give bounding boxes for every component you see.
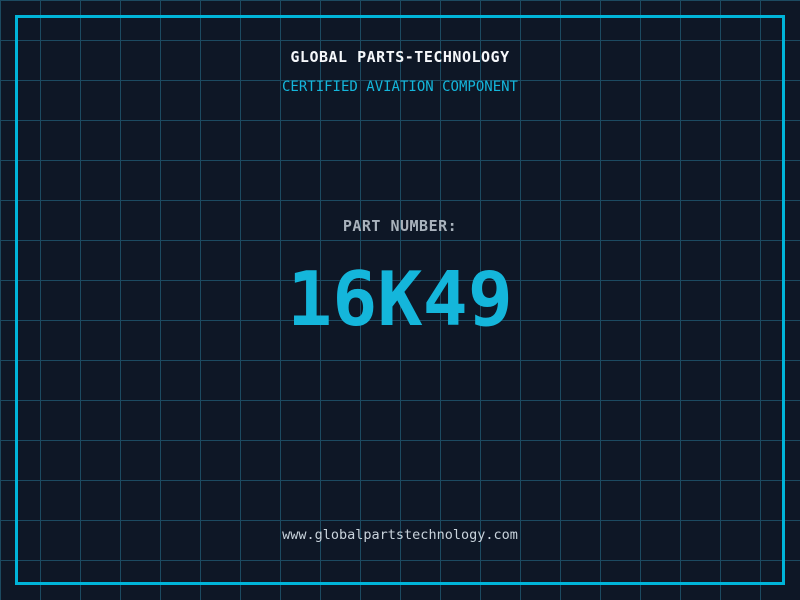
part-number-value: 16K49 xyxy=(287,255,513,343)
website-url: www.globalpartstechnology.com xyxy=(282,527,518,543)
certification-tagline: CERTIFIED AVIATION COMPONENT xyxy=(281,79,518,95)
company-name: GLOBAL PARTS-TECHNOLOGY xyxy=(290,48,510,66)
part-certificate-page: GLOBAL PARTS-TECHNOLOGY CERTIFIED AVIATI… xyxy=(0,0,800,600)
part-number-label: PART NUMBER: xyxy=(342,217,458,235)
